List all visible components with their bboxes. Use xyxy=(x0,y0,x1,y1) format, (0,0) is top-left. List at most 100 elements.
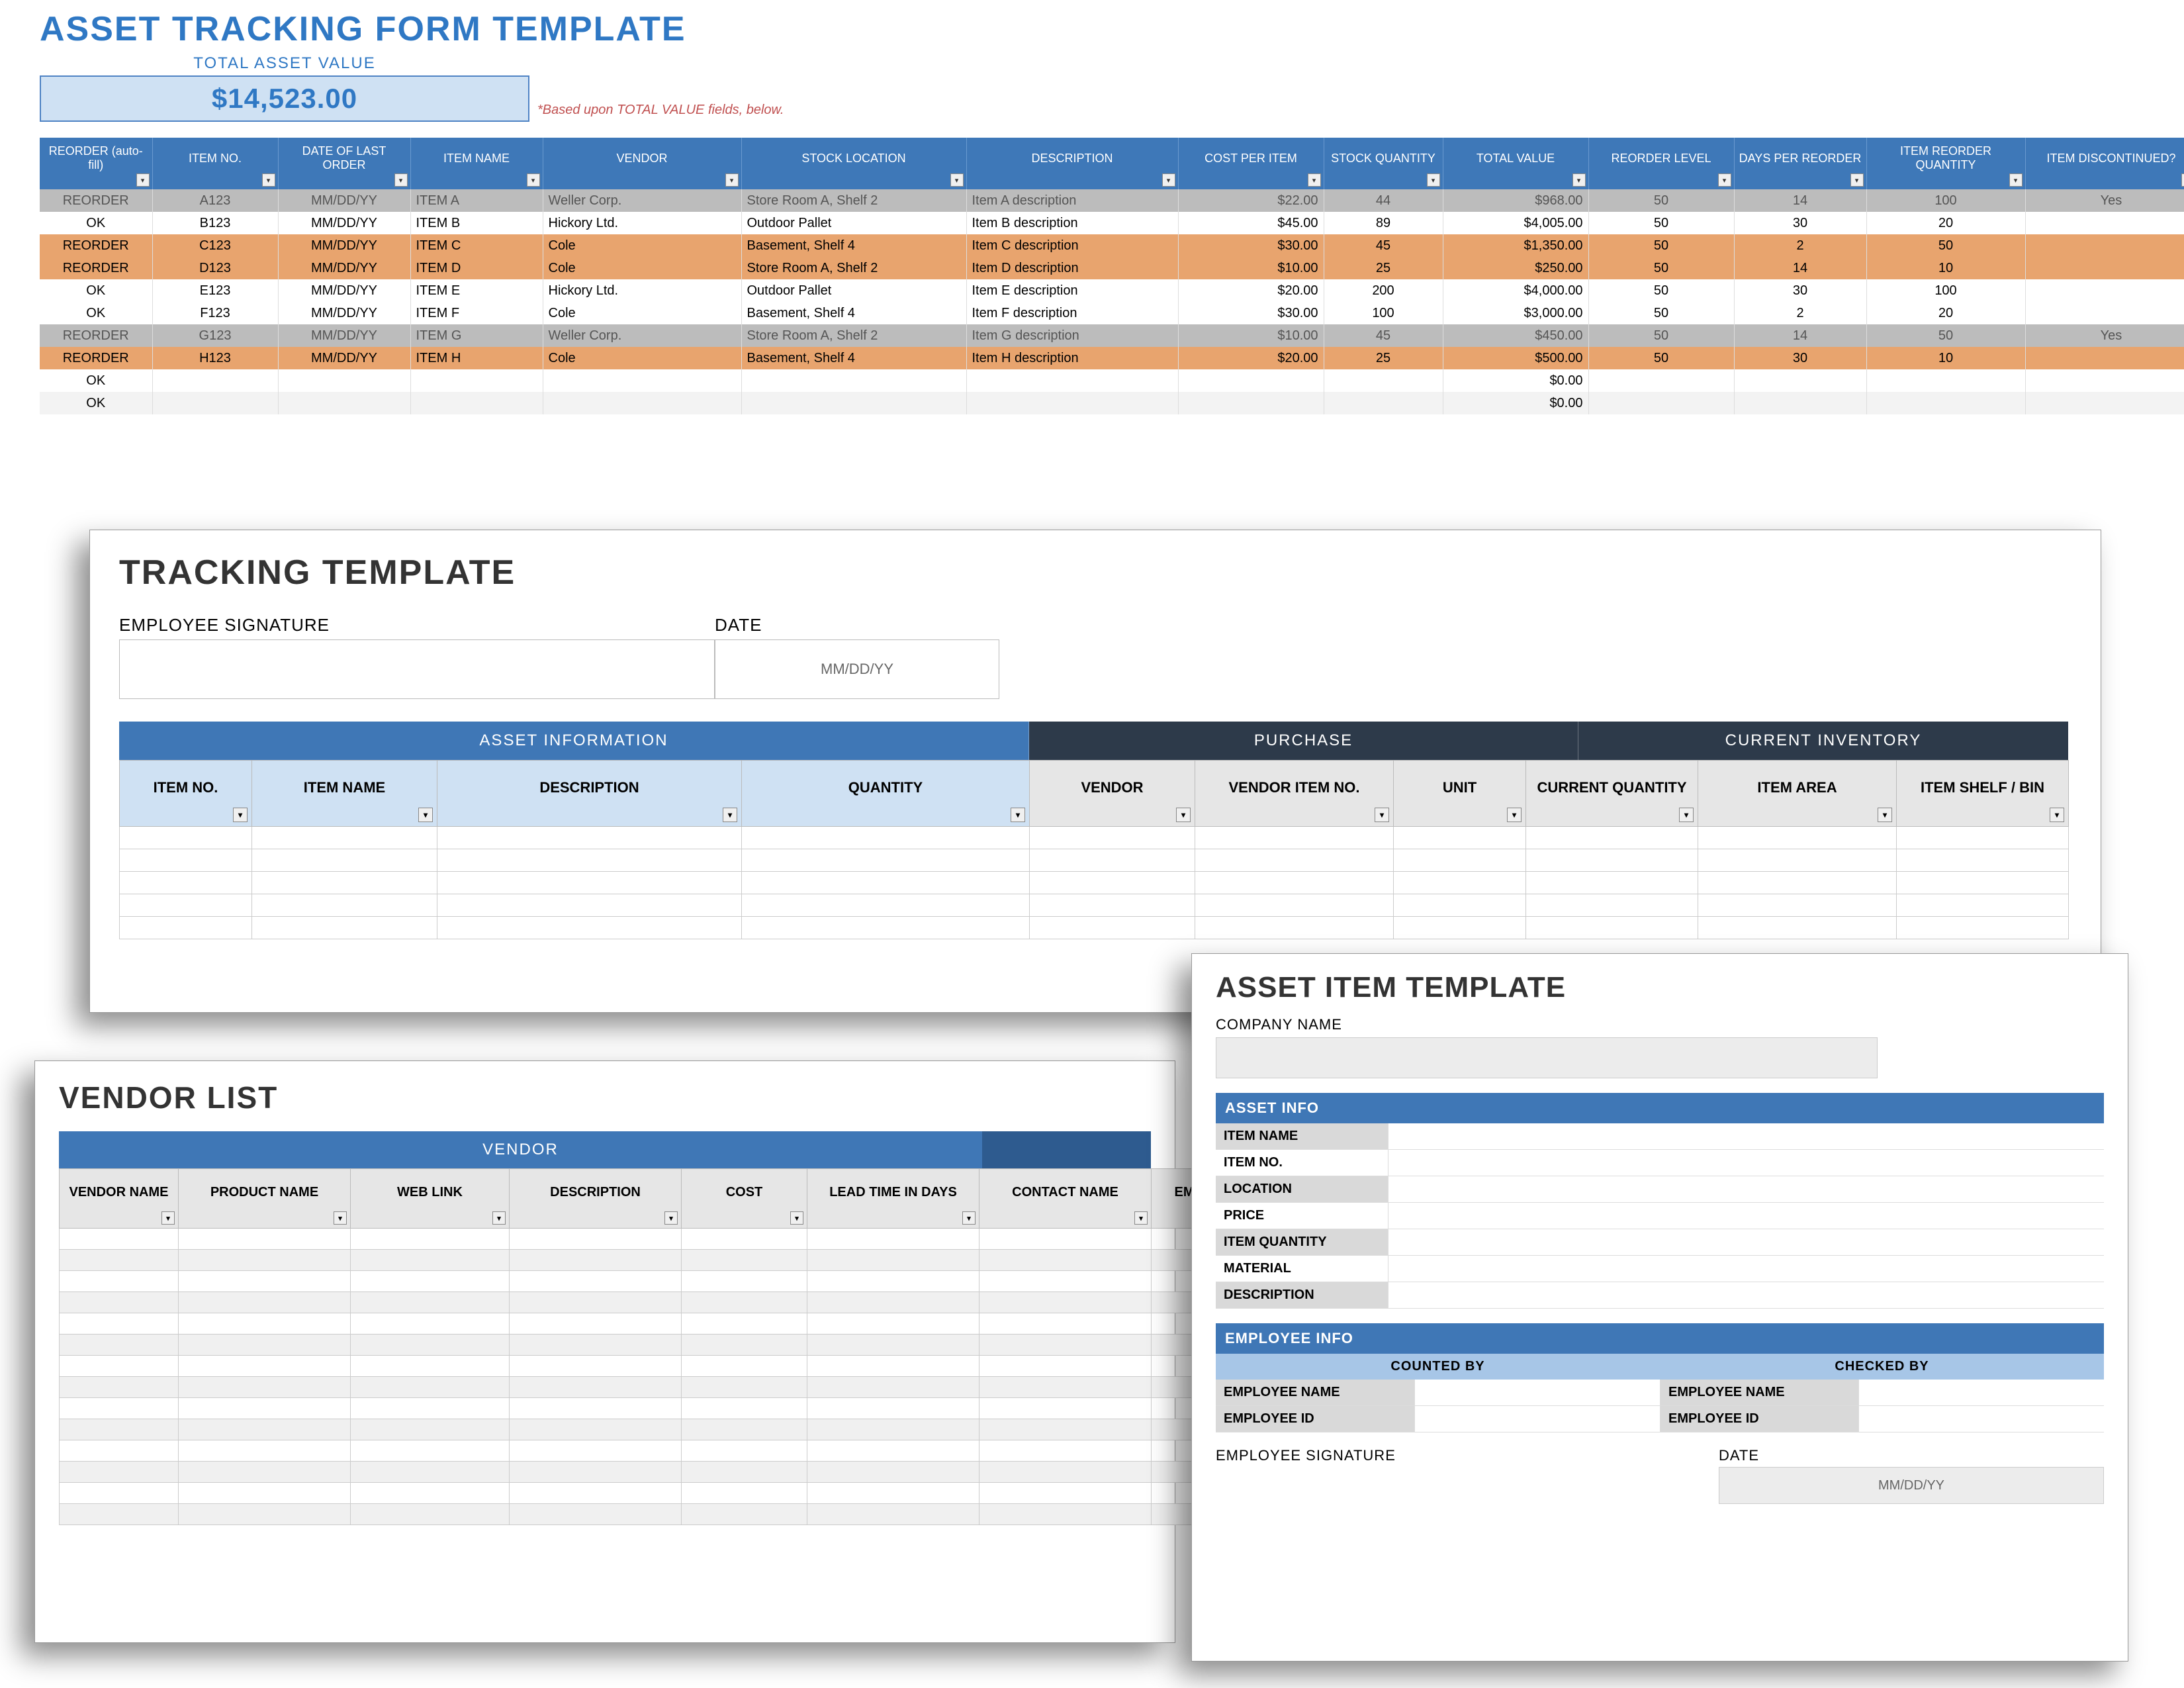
cell[interactable] xyxy=(179,1419,351,1440)
cell[interactable] xyxy=(179,1440,351,1462)
cell[interactable] xyxy=(1897,872,2069,894)
cell[interactable] xyxy=(120,917,252,939)
cell[interactable]: ITEM A xyxy=(410,189,543,212)
cell[interactable] xyxy=(1734,369,1866,392)
cell[interactable]: Item C description xyxy=(966,234,1178,257)
field-input[interactable] xyxy=(1388,1203,2104,1229)
cell[interactable] xyxy=(979,1483,1152,1504)
cell[interactable]: Outdoor Pallet xyxy=(741,279,966,302)
cell[interactable] xyxy=(1734,392,1866,414)
cell[interactable] xyxy=(351,1229,510,1250)
cell[interactable] xyxy=(179,1292,351,1313)
cell[interactable]: 50 xyxy=(1866,234,2025,257)
field-input[interactable] xyxy=(1388,1229,2104,1255)
cell[interactable] xyxy=(510,1440,682,1462)
cell[interactable]: 89 xyxy=(1324,212,1443,234)
filter-dropdown-icon[interactable]: ▾ xyxy=(233,808,248,822)
cell[interactable]: 50 xyxy=(1588,302,1734,324)
column-header[interactable]: ITEM NO.▾ xyxy=(120,761,252,827)
column-header[interactable]: DAYS PER REORDER▾ xyxy=(1734,138,1866,189)
cell[interactable] xyxy=(179,1504,351,1525)
cell[interactable] xyxy=(510,1419,682,1440)
cell[interactable]: Basement, Shelf 4 xyxy=(741,347,966,369)
cell[interactable] xyxy=(2025,302,2184,324)
cell[interactable] xyxy=(351,1398,510,1419)
cell[interactable] xyxy=(682,1313,807,1335)
cell[interactable]: 50 xyxy=(1588,279,1734,302)
cell[interactable] xyxy=(2025,392,2184,414)
cell[interactable]: 2 xyxy=(1734,234,1866,257)
field-input[interactable] xyxy=(1388,1176,2104,1202)
cell[interactable]: 14 xyxy=(1734,324,1866,347)
cell[interactable] xyxy=(179,1335,351,1356)
cell[interactable] xyxy=(1195,894,1394,917)
cell[interactable] xyxy=(351,1271,510,1292)
cell[interactable] xyxy=(152,369,278,392)
column-header[interactable]: DESCRIPTION▾ xyxy=(510,1169,682,1229)
cell[interactable]: Item H description xyxy=(966,347,1178,369)
cell[interactable] xyxy=(120,894,252,917)
cell[interactable] xyxy=(1394,872,1526,894)
cell[interactable] xyxy=(60,1440,179,1462)
cell[interactable] xyxy=(1698,827,1897,849)
cell[interactable]: $0.00 xyxy=(1443,369,1588,392)
cell[interactable] xyxy=(979,1377,1152,1398)
cell[interactable]: 50 xyxy=(1588,347,1734,369)
cell[interactable] xyxy=(2025,212,2184,234)
table-row[interactable] xyxy=(120,827,2069,849)
cell[interactable] xyxy=(543,369,741,392)
cell[interactable]: Hickory Ltd. xyxy=(543,279,741,302)
cell[interactable]: REORDER xyxy=(40,347,152,369)
cell[interactable] xyxy=(510,1504,682,1525)
cell[interactable] xyxy=(410,369,543,392)
cell[interactable]: REORDER xyxy=(40,257,152,279)
cell[interactable] xyxy=(351,1419,510,1440)
cell[interactable] xyxy=(351,1462,510,1483)
employee-signature-input[interactable] xyxy=(1216,1467,1719,1504)
filter-dropdown-icon[interactable]: ▾ xyxy=(725,173,739,187)
column-header[interactable]: VENDOR▾ xyxy=(1030,761,1195,827)
cell[interactable] xyxy=(60,1504,179,1525)
filter-dropdown-icon[interactable]: ▾ xyxy=(2181,173,2184,187)
cell[interactable] xyxy=(1897,917,2069,939)
filter-dropdown-icon[interactable]: ▾ xyxy=(1308,173,1321,187)
cell[interactable] xyxy=(682,1250,807,1271)
company-name-input[interactable] xyxy=(1216,1037,1878,1078)
cell[interactable] xyxy=(807,1462,979,1483)
column-header[interactable]: QUANTITY▾ xyxy=(742,761,1030,827)
cell[interactable] xyxy=(807,1229,979,1250)
column-header[interactable]: VENDOR▾ xyxy=(543,138,741,189)
field-input[interactable] xyxy=(1388,1282,2104,1308)
cell[interactable]: ITEM F xyxy=(410,302,543,324)
cell[interactable] xyxy=(252,917,437,939)
cell[interactable]: $20.00 xyxy=(1178,347,1324,369)
cell[interactable] xyxy=(682,1356,807,1377)
cell[interactable]: 10 xyxy=(1866,347,2025,369)
filter-dropdown-icon[interactable]: ▾ xyxy=(1011,808,1025,822)
cell[interactable]: $22.00 xyxy=(1178,189,1324,212)
field-input[interactable] xyxy=(1388,1123,2104,1149)
cell[interactable]: Store Room A, Shelf 2 xyxy=(741,324,966,347)
cell[interactable] xyxy=(979,1440,1152,1462)
cell[interactable]: 100 xyxy=(1866,189,2025,212)
cell[interactable] xyxy=(807,1504,979,1525)
cell[interactable] xyxy=(120,849,252,872)
cell[interactable] xyxy=(979,1250,1152,1271)
table-row[interactable]: REORDERD123MM/DD/YYITEM DColeStore Room … xyxy=(40,257,2184,279)
cell[interactable] xyxy=(179,1356,351,1377)
cell[interactable] xyxy=(351,1292,510,1313)
cell[interactable] xyxy=(252,894,437,917)
table-row[interactable] xyxy=(60,1398,1218,1419)
cell[interactable] xyxy=(807,1377,979,1398)
column-header[interactable]: WEB LINK▾ xyxy=(351,1169,510,1229)
cell[interactable]: ITEM G xyxy=(410,324,543,347)
cell[interactable]: G123 xyxy=(152,324,278,347)
cell[interactable] xyxy=(979,1398,1152,1419)
cell[interactable] xyxy=(1698,872,1897,894)
cell[interactable] xyxy=(979,1292,1152,1313)
date-input[interactable]: MM/DD/YY xyxy=(1719,1467,2104,1504)
column-header[interactable]: CURRENT QUANTITY▾ xyxy=(1526,761,1698,827)
cell[interactable]: Item B description xyxy=(966,212,1178,234)
cell[interactable]: Yes xyxy=(2025,189,2184,212)
cell[interactable]: Cole xyxy=(543,302,741,324)
